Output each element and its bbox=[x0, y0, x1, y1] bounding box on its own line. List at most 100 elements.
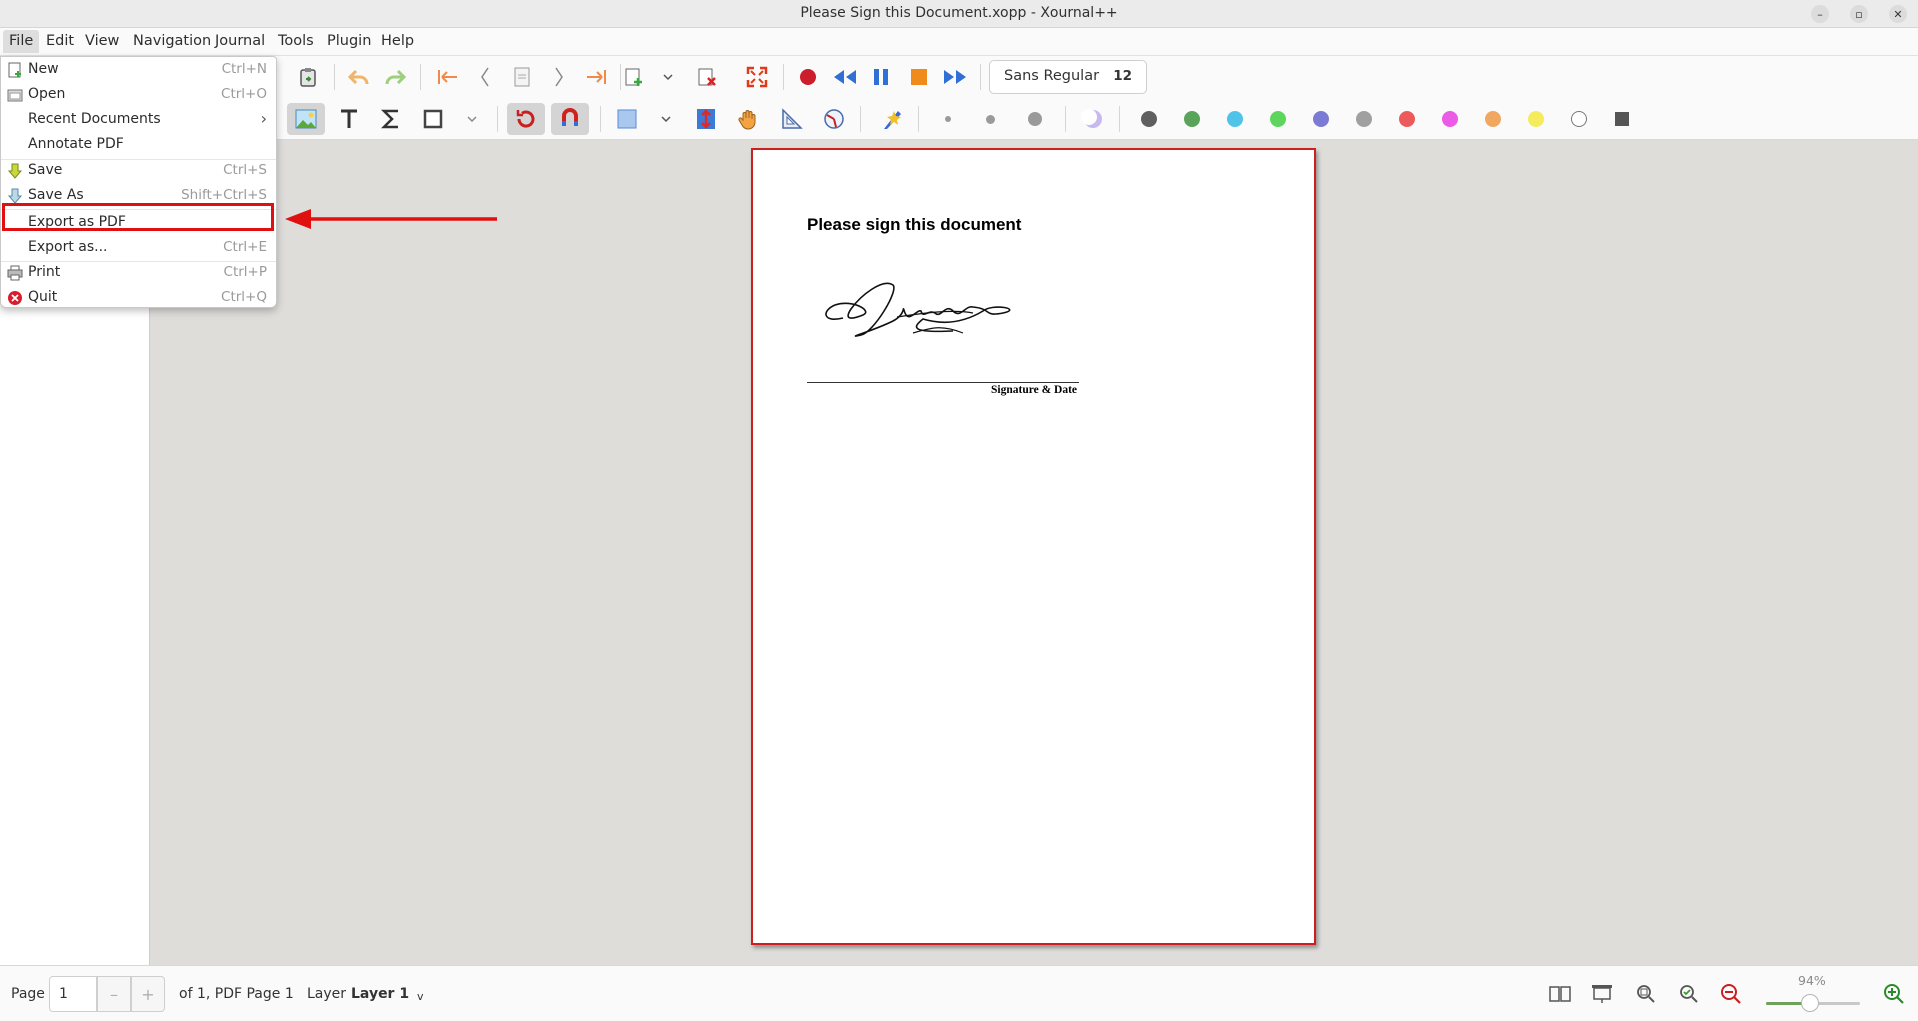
add-page-dropdown-icon[interactable] bbox=[652, 61, 684, 93]
window-title: Please Sign this Document.xopp - Xournal… bbox=[800, 5, 1118, 21]
submenu-arrow-icon: › bbox=[260, 109, 267, 128]
color-swatch-cyan[interactable] bbox=[1227, 111, 1243, 127]
color-swatch-yellow[interactable] bbox=[1528, 111, 1544, 127]
open-folder-icon bbox=[7, 89, 23, 102]
menu-tools[interactable]: Tools bbox=[274, 33, 318, 49]
latex-tool-icon[interactable] bbox=[375, 103, 407, 135]
toolbar-separator bbox=[918, 106, 919, 132]
printer-icon bbox=[7, 265, 23, 281]
menu-item-annotate-pdf[interactable]: Annotate PDF bbox=[1, 133, 276, 158]
zoom-fit-icon[interactable] bbox=[1633, 982, 1659, 1006]
redo-icon[interactable] bbox=[379, 61, 411, 93]
next-page-icon[interactable] bbox=[543, 61, 575, 93]
zoom-out-icon[interactable] bbox=[1718, 982, 1744, 1006]
rewind-icon[interactable] bbox=[829, 61, 861, 93]
menu-file[interactable]: File bbox=[3, 30, 40, 53]
signature-drawing bbox=[825, 282, 1011, 337]
fast-forward-icon[interactable] bbox=[939, 61, 971, 93]
zoom-slider[interactable] bbox=[1766, 994, 1860, 1012]
font-size: 12 bbox=[1113, 68, 1132, 84]
menu-plugin[interactable]: Plugin bbox=[323, 33, 375, 49]
menu-edit[interactable]: Edit bbox=[42, 33, 78, 49]
color-swatch-red[interactable] bbox=[1399, 111, 1415, 127]
menu-view[interactable]: View bbox=[81, 33, 123, 49]
vertical-space-icon[interactable] bbox=[690, 103, 722, 135]
menu-item-open[interactable]: Open Ctrl+O bbox=[1, 83, 276, 108]
close-icon[interactable]: ✕ bbox=[1889, 5, 1907, 23]
last-page-icon[interactable] bbox=[580, 61, 612, 93]
color-swatch-magenta[interactable] bbox=[1442, 111, 1458, 127]
custom-color-icon[interactable] bbox=[1606, 103, 1638, 135]
previous-page-icon[interactable] bbox=[469, 61, 501, 93]
line-thick-icon[interactable] bbox=[1028, 112, 1042, 126]
document-page[interactable]: Please sign this document Signature & Da… bbox=[751, 148, 1316, 945]
compass-icon[interactable] bbox=[818, 103, 850, 135]
signature-caption: Signature & Date bbox=[991, 384, 1078, 396]
color-swatch-orange[interactable] bbox=[1485, 111, 1501, 127]
menu-item-save[interactable]: Save Ctrl+S bbox=[1, 159, 276, 184]
text-tool-icon[interactable] bbox=[333, 103, 365, 135]
page-decrement-button[interactable]: – bbox=[97, 976, 131, 1012]
save-arrow-icon bbox=[7, 163, 23, 179]
zoom-in-icon[interactable] bbox=[1881, 982, 1907, 1006]
minimize-icon[interactable]: – bbox=[1811, 5, 1829, 23]
setsquare-icon[interactable] bbox=[776, 103, 808, 135]
status-bar: Page 1 – + of 1, PDF Page 1 Layer Layer … bbox=[0, 965, 1918, 1021]
menu-journal[interactable]: Journal bbox=[211, 33, 269, 49]
layer-value[interactable]: Layer 1 bbox=[351, 986, 409, 1002]
menu-item-recent-documents[interactable]: Recent Documents › bbox=[1, 108, 276, 133]
menu-item-quit[interactable]: Quit Ctrl+Q bbox=[1, 286, 276, 311]
color-swatch-gray[interactable] bbox=[1141, 111, 1157, 127]
line-medium-icon[interactable] bbox=[986, 115, 995, 124]
color-swatch-white[interactable] bbox=[1571, 111, 1587, 127]
menu-navigation[interactable]: Navigation bbox=[129, 33, 215, 49]
first-page-icon[interactable] bbox=[432, 61, 464, 93]
title-bar: Please Sign this Document.xopp - Xournal… bbox=[0, 0, 1918, 28]
page-number-input[interactable]: 1 bbox=[49, 976, 97, 1012]
shape-dropdown-icon[interactable] bbox=[456, 103, 488, 135]
signature-line bbox=[807, 382, 1079, 383]
hand-tool-icon[interactable] bbox=[733, 103, 765, 135]
font-selector-button[interactable]: Sans Regular 12 bbox=[989, 60, 1147, 94]
export-pdf-highlight bbox=[2, 203, 274, 231]
grid-snapping-icon[interactable] bbox=[551, 103, 589, 135]
pause-icon[interactable] bbox=[865, 61, 897, 93]
document-heading: Please sign this document bbox=[807, 215, 1022, 234]
file-menu-dropdown: New Ctrl+N Open Ctrl+O Recent Documents … bbox=[0, 56, 277, 308]
presentation-mode-icon[interactable] bbox=[1589, 982, 1615, 1006]
maximize-icon[interactable]: ▫ bbox=[1850, 5, 1868, 23]
menu-item-new[interactable]: New Ctrl+N bbox=[1, 58, 276, 83]
undo-icon[interactable] bbox=[343, 61, 375, 93]
zoom-100-icon[interactable] bbox=[1676, 982, 1702, 1006]
image-tool-icon[interactable] bbox=[287, 103, 325, 135]
delete-page-icon[interactable] bbox=[691, 61, 723, 93]
shape-tool-icon[interactable] bbox=[417, 103, 449, 135]
page-label: Page bbox=[11, 986, 45, 1002]
paste-icon[interactable] bbox=[292, 61, 324, 93]
menu-item-print[interactable]: Print Ctrl+P bbox=[1, 261, 276, 286]
page-increment-button[interactable]: + bbox=[131, 976, 165, 1012]
color-swatch-green[interactable] bbox=[1184, 111, 1200, 127]
menu-item-export-as[interactable]: Export as... Ctrl+E bbox=[1, 236, 276, 261]
line-thin-icon[interactable] bbox=[945, 116, 951, 122]
select-rectangle-icon[interactable] bbox=[611, 103, 643, 135]
color-swatch-purple[interactable] bbox=[1313, 111, 1329, 127]
fullscreen-icon[interactable] bbox=[741, 61, 773, 93]
record-icon[interactable] bbox=[792, 61, 824, 93]
add-page-icon[interactable] bbox=[618, 61, 650, 93]
color-swatch-light-green[interactable] bbox=[1270, 111, 1286, 127]
dual-page-icon[interactable] bbox=[1547, 982, 1573, 1006]
rotation-snapping-icon[interactable] bbox=[507, 103, 545, 135]
menu-help[interactable]: Help bbox=[377, 33, 418, 49]
goto-page-icon[interactable] bbox=[506, 61, 538, 93]
stop-icon[interactable] bbox=[903, 61, 935, 93]
toolbar-separator bbox=[497, 106, 498, 132]
select-dropdown-icon[interactable] bbox=[650, 103, 682, 135]
highlighter-plugin-icon[interactable] bbox=[876, 103, 908, 135]
color-swatch-silver[interactable] bbox=[1356, 111, 1372, 127]
fill-opacity-icon[interactable] bbox=[1077, 103, 1109, 135]
zoom-level-text: 94% bbox=[1798, 973, 1826, 988]
layer-dropdown-icon[interactable]: v bbox=[417, 990, 424, 1003]
toolbar-separator bbox=[783, 64, 784, 90]
toolbar-separator bbox=[420, 64, 421, 90]
